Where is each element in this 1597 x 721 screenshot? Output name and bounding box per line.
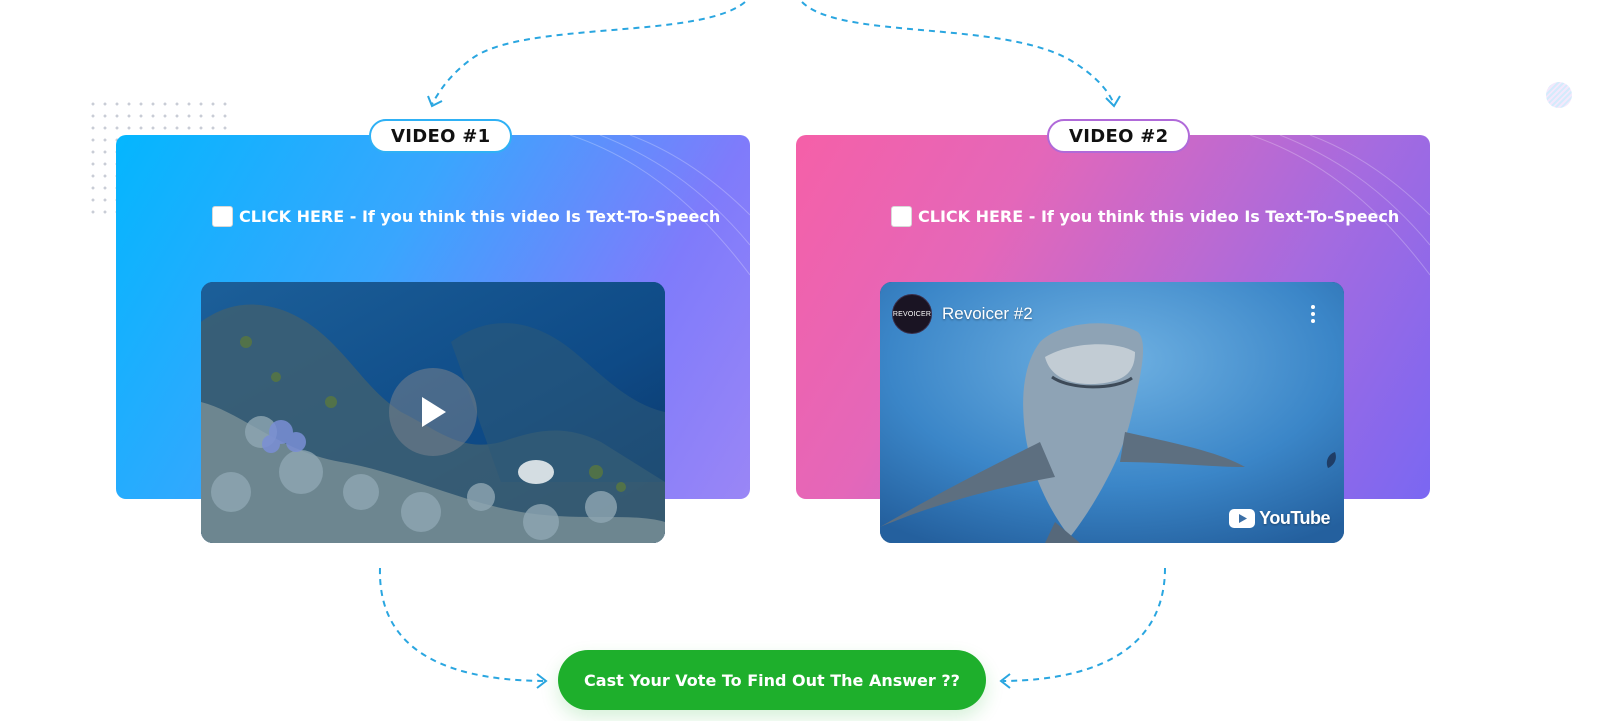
video-1-tts-checkbox[interactable] bbox=[212, 206, 233, 227]
cast-vote-button[interactable]: Cast Your Vote To Find Out The Answer ?? bbox=[558, 650, 986, 710]
decorative-circle bbox=[1546, 82, 1572, 108]
video-2-tts-checkbox[interactable] bbox=[891, 206, 912, 227]
video-2-player[interactable]: REVOICER Revoicer #2 YouTube bbox=[880, 282, 1344, 543]
youtube-logo-icon bbox=[1229, 509, 1256, 528]
youtube-header: REVOICER Revoicer #2 bbox=[892, 294, 1033, 334]
video-1-tts-checkbox-label: CLICK HERE - If you think this video Is … bbox=[239, 207, 721, 226]
video-2-tts-checkbox-row[interactable]: CLICK HERE - If you think this video Is … bbox=[891, 206, 1399, 227]
video-1-badge: VIDEO #1 bbox=[369, 119, 513, 153]
kebab-menu-icon[interactable] bbox=[1310, 304, 1316, 324]
play-icon bbox=[422, 397, 446, 427]
video-2-badge: VIDEO #2 bbox=[1047, 119, 1191, 153]
youtube-wordmark: YouTube bbox=[1259, 508, 1330, 528]
video-1-tts-checkbox-row[interactable]: CLICK HERE - If you think this video Is … bbox=[212, 206, 720, 227]
channel-avatar[interactable]: REVOICER bbox=[892, 294, 932, 334]
video-2-tts-checkbox-label: CLICK HERE - If you think this video Is … bbox=[918, 207, 1400, 226]
play-button[interactable] bbox=[389, 368, 477, 456]
video-1-player[interactable] bbox=[201, 282, 665, 543]
video-title[interactable]: Revoicer #2 bbox=[942, 304, 1033, 324]
youtube-logo[interactable]: YouTube bbox=[1229, 508, 1330, 529]
